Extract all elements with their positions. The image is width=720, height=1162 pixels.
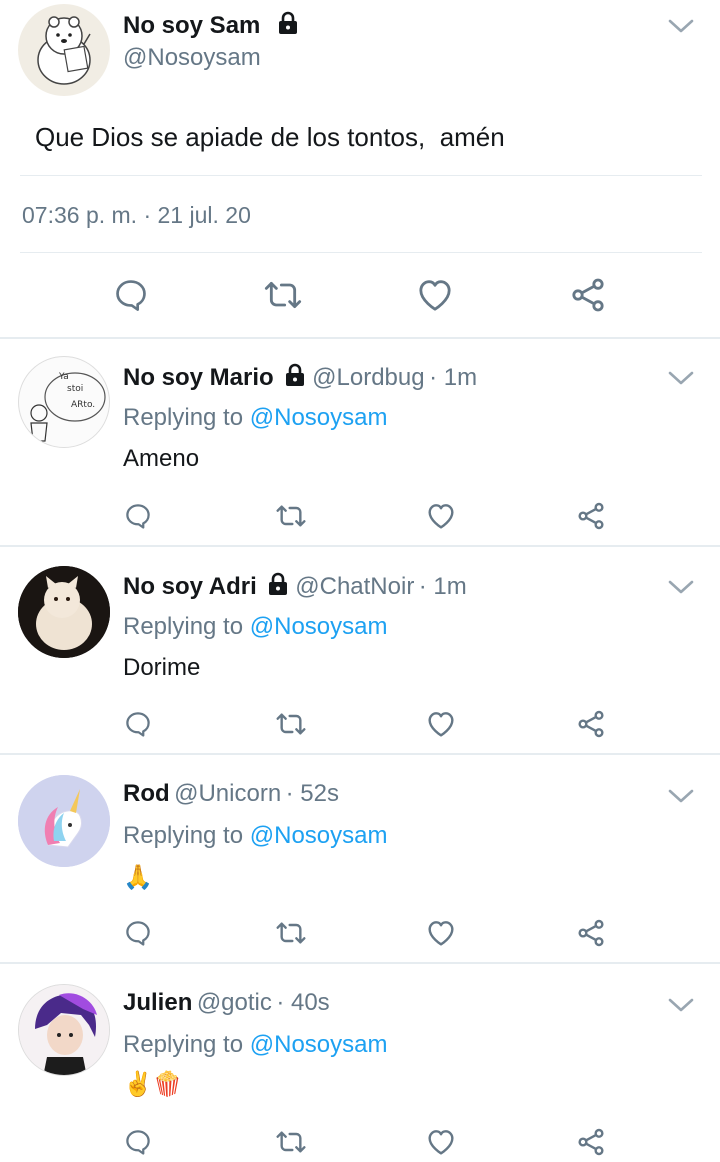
reply-icon (126, 712, 150, 737)
like-icon (419, 280, 451, 311)
avatar[interactable] (18, 566, 110, 658)
reply-button[interactable] (118, 496, 158, 536)
reply-icon (126, 921, 150, 946)
lock-icon (265, 571, 291, 597)
anime-character-illustration (19, 985, 109, 1075)
share-icon (572, 278, 604, 312)
share-icon (578, 710, 604, 738)
cat-photo (18, 566, 110, 658)
retweet-icon (276, 505, 306, 527)
share-button[interactable] (571, 496, 611, 536)
unicorn-illustration (18, 775, 110, 867)
avatar[interactable]: Ya stoi ARto. (18, 356, 110, 448)
reply-header: No soy Mario @Lordbug · 1m (123, 362, 477, 392)
reply-icon (126, 504, 150, 529)
avatar[interactable] (18, 984, 110, 1076)
author-handle[interactable]: @Unicorn (174, 780, 281, 807)
reply-time: · 52s (285, 780, 339, 807)
author-handle[interactable]: @ChatNoir (295, 573, 414, 600)
retweet-icon (264, 281, 302, 309)
avatar[interactable] (18, 775, 110, 867)
share-button[interactable] (571, 913, 611, 953)
like-icon (428, 921, 454, 946)
sketch-illustration: Ya stoi ARto. (30, 372, 106, 442)
svg-text:Ya: Ya (58, 372, 69, 382)
like-button[interactable] (421, 913, 461, 953)
retweet-button[interactable] (271, 496, 311, 536)
retweet-button[interactable] (263, 275, 303, 315)
mention-link[interactable]: @Nosoysam (250, 1031, 388, 1058)
like-icon (428, 712, 454, 737)
retweet-button[interactable] (271, 913, 311, 953)
mention-link[interactable]: @Nosoysam (250, 822, 388, 849)
retweet-button[interactable] (271, 704, 311, 744)
retweet-icon (276, 1131, 306, 1153)
retweet-icon (276, 922, 306, 944)
svg-text:stoi: stoi (67, 384, 83, 394)
divider (20, 175, 702, 176)
chevron-down-icon[interactable] (667, 995, 695, 1015)
avatar[interactable] (18, 4, 110, 96)
like-button[interactable] (421, 1122, 461, 1162)
reply-button[interactable] (111, 275, 151, 315)
reply-text: 🙏 (123, 864, 153, 891)
share-button[interactable] (571, 704, 611, 744)
reply-text: Dorime (123, 654, 201, 681)
retweet-button[interactable] (271, 1122, 311, 1162)
like-button[interactable] (421, 496, 461, 536)
author-name[interactable]: No soy Mario (123, 364, 274, 391)
reply-text: ✌️🍿 (123, 1071, 183, 1098)
reply-icon (116, 280, 146, 311)
author-name[interactable]: Rod (123, 780, 170, 807)
reply-header: No soy Adri @ChatNoir · 1m (123, 571, 467, 601)
author-name[interactable]: No soy Sam (123, 10, 301, 40)
svg-text:ARto.: ARto. (71, 400, 95, 410)
lock-icon (282, 362, 308, 388)
timestamp: 07:36 p. m. · 21 jul. 20 (22, 202, 251, 228)
reply-button[interactable] (118, 913, 158, 953)
author-handle[interactable]: @Nosoysam (123, 44, 261, 72)
replying-to: Replying to @Nosoysam (123, 822, 388, 849)
divider (20, 252, 702, 253)
bear-illustration (37, 16, 91, 85)
like-icon (428, 1130, 454, 1155)
share-icon (578, 919, 604, 947)
share-icon (578, 502, 604, 530)
mention-link[interactable]: @Nosoysam (250, 613, 388, 640)
reply-time: · 40s (276, 989, 330, 1016)
author-handle[interactable]: @gotic (197, 989, 272, 1016)
divider (0, 753, 720, 755)
like-button[interactable] (415, 275, 455, 315)
reply-text: Ameno (123, 445, 200, 472)
divider (0, 962, 720, 964)
share-icon (578, 1128, 604, 1156)
replying-to: Replying to @Nosoysam (123, 613, 388, 640)
reply-time: · 1m (429, 364, 478, 391)
divider (0, 337, 720, 339)
mention-link[interactable]: @Nosoysam (250, 404, 388, 431)
chevron-down-icon[interactable] (667, 577, 695, 597)
lock-icon (275, 10, 301, 36)
author-name[interactable]: Julien (123, 989, 192, 1016)
chevron-down-icon[interactable] (667, 368, 695, 388)
reply-button[interactable] (118, 704, 158, 744)
divider (0, 545, 720, 547)
retweet-icon (276, 713, 306, 735)
share-button[interactable] (568, 275, 608, 315)
replying-to: Replying to @Nosoysam (123, 1031, 388, 1058)
reply-icon (126, 1130, 150, 1155)
chevron-down-icon[interactable] (667, 786, 695, 806)
reply-header: Rod @Unicorn · 52s (123, 780, 339, 808)
like-icon (428, 504, 454, 529)
reply-header: Julien @gotic · 40s (123, 989, 330, 1017)
reply-button[interactable] (118, 1122, 158, 1162)
reply-time: · 1m (418, 573, 467, 600)
author-name[interactable]: No soy Adri (123, 573, 257, 600)
author-handle[interactable]: @Lordbug (312, 364, 424, 391)
chevron-down-icon[interactable] (667, 16, 695, 36)
like-button[interactable] (421, 704, 461, 744)
replying-to: Replying to @Nosoysam (123, 404, 388, 431)
share-button[interactable] (571, 1122, 611, 1162)
tweet-text: Que Dios se apiade de los tontos, amén (35, 122, 505, 152)
